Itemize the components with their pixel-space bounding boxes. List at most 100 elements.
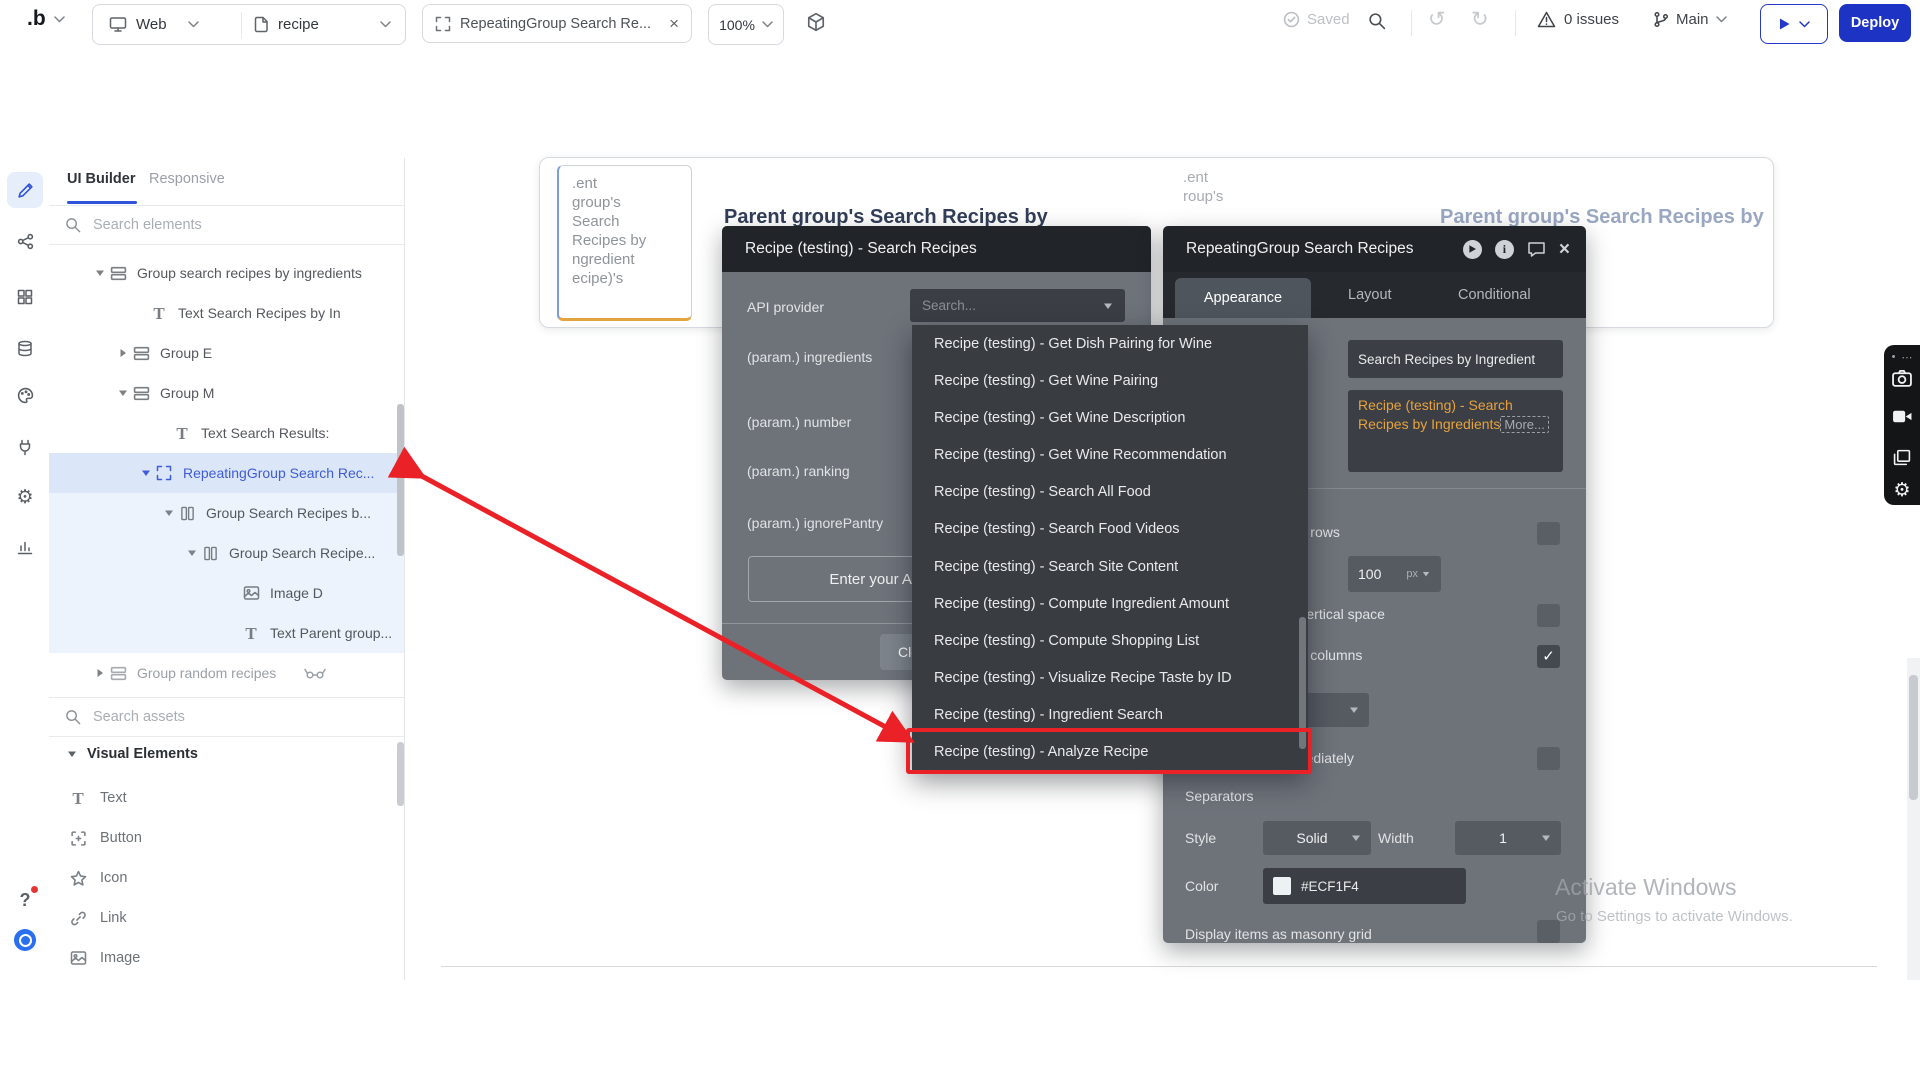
tab-responsive[interactable]: Responsive xyxy=(149,171,225,187)
deploy-button[interactable]: Deploy xyxy=(1839,4,1911,42)
page-icon xyxy=(254,16,269,33)
dropdown-option[interactable]: Recipe (testing) - Search Food Videos xyxy=(912,511,1308,548)
intercom-icon[interactable] xyxy=(7,922,43,958)
app-logo-menu[interactable]: .b xyxy=(27,7,65,31)
cell-dynamic-text: .ent group's Search Recipes by ngredient… xyxy=(572,174,646,288)
close-icon[interactable]: × xyxy=(669,15,679,32)
element-tab[interactable]: RepeatingGroup Search Re... × xyxy=(422,4,692,43)
caret-down-icon xyxy=(1349,705,1359,715)
run-icon[interactable] xyxy=(1463,240,1482,259)
tree-row[interactable]: T Text Search Results: xyxy=(49,413,404,453)
grid-tab-icon[interactable] xyxy=(7,279,43,315)
check-icon: ✓ xyxy=(1542,649,1555,664)
device-dropdown[interactable]: Web xyxy=(93,16,241,33)
expand-caret-icon[interactable] xyxy=(161,508,177,518)
plugins-tab-icon[interactable] xyxy=(7,429,43,465)
type-of-content-input[interactable]: Search Recipes by Ingredient xyxy=(1348,340,1563,378)
tree-row-label: Group Search Recipes b... xyxy=(206,505,371,521)
expand-caret-icon[interactable] xyxy=(138,468,154,478)
page-dropdown[interactable]: recipe xyxy=(242,16,405,33)
dropdown-option[interactable]: Recipe (testing) - Visualize Recipe Tast… xyxy=(912,660,1308,697)
undo-icon[interactable]: ↺ xyxy=(1428,9,1446,30)
workflow-tab-icon[interactable] xyxy=(7,223,43,259)
data-tab-icon[interactable] xyxy=(7,330,43,366)
asset-item[interactable]: Button xyxy=(49,818,404,858)
branch-dropdown[interactable]: Main xyxy=(1653,11,1727,28)
asset-item[interactable]: Icon xyxy=(49,858,404,898)
expand-caret-icon[interactable] xyxy=(115,388,131,398)
fixed-columns-checkbox[interactable]: ✓ xyxy=(1537,645,1560,668)
zoom-dropdown[interactable]: 100% xyxy=(708,4,784,45)
tree-row[interactable]: Group search recipes by ingredients xyxy=(49,253,404,293)
dropdown-option[interactable]: Recipe (testing) - Search Site Content xyxy=(912,548,1308,585)
issues-indicator[interactable]: 0 issues xyxy=(1537,11,1619,28)
info-icon[interactable]: i xyxy=(1495,240,1514,259)
capture-menu[interactable]: •⋯ xyxy=(1884,351,1920,364)
asset-item[interactable]: Image xyxy=(49,938,404,978)
component-library-icon[interactable] xyxy=(806,12,826,32)
styles-tab-icon[interactable] xyxy=(7,377,43,413)
tree-row[interactable]: Group M xyxy=(49,373,404,413)
color-swatch[interactable] xyxy=(1273,877,1291,895)
redo-icon[interactable]: ↻ xyxy=(1471,9,1489,30)
tree-row[interactable]: T Text Parent group... xyxy=(49,613,404,653)
tree-row[interactable]: Image D xyxy=(49,573,404,613)
tree-row-label: Image D xyxy=(270,585,323,601)
logs-tab-icon[interactable] xyxy=(7,529,43,565)
close-icon[interactable]: × xyxy=(1559,240,1570,259)
sidebar-scrollbar-thumb-2[interactable] xyxy=(397,742,404,806)
api-provider-select[interactable]: Search... xyxy=(910,289,1125,322)
search-assets-input[interactable] xyxy=(91,708,335,726)
separator-width-select[interactable]: 1 xyxy=(1455,821,1561,855)
sidebar-scrollbar-thumb[interactable] xyxy=(397,404,404,556)
preview-button[interactable] xyxy=(1760,4,1828,44)
expand-caret-icon[interactable] xyxy=(184,548,200,558)
row-height-input[interactable]: 100 px xyxy=(1348,556,1441,592)
video-camera-icon[interactable] xyxy=(1884,409,1920,424)
settings-tab-icon[interactable]: ⚙ xyxy=(7,479,43,515)
dropdown-option[interactable]: Recipe (testing) - Compute Ingredient Am… xyxy=(912,585,1308,622)
tab-appearance[interactable]: Appearance xyxy=(1175,278,1311,318)
dropdown-option[interactable]: Recipe (testing) - Compute Shopping List xyxy=(912,622,1308,659)
search-elements-input[interactable] xyxy=(91,216,335,234)
canvas-scrollbar-thumb[interactable] xyxy=(1909,675,1918,800)
tree-row[interactable]: Group E xyxy=(49,333,404,373)
dropdown-option[interactable]: Recipe (testing) - Get Wine Recommendati… xyxy=(912,437,1308,474)
search-elements-box[interactable] xyxy=(49,205,404,245)
asset-item[interactable]: T Text xyxy=(49,778,404,818)
asset-label: Image xyxy=(100,950,140,966)
search-assets-box[interactable] xyxy=(49,697,404,737)
expand-caret-icon[interactable] xyxy=(92,668,108,678)
tab-conditional[interactable]: Conditional xyxy=(1458,272,1531,318)
show-all-items-checkbox[interactable] xyxy=(1537,747,1560,770)
fixed-rows-checkbox[interactable] xyxy=(1537,522,1560,545)
camera-icon[interactable] xyxy=(1884,369,1920,387)
comment-icon[interactable] xyxy=(1527,241,1546,258)
data-source-box[interactable]: Recipe (testing) - Search Recipes by Ing… xyxy=(1348,390,1563,472)
expand-caret-icon[interactable] xyxy=(92,268,108,278)
tree-row[interactable]: Group Search Recipe... xyxy=(49,533,404,573)
design-tab-icon[interactable] xyxy=(7,172,43,208)
dropdown-option[interactable]: Recipe (testing) - Get Wine Description xyxy=(912,399,1308,436)
visual-elements-header[interactable]: Visual Elements xyxy=(67,746,198,762)
stretch-rows-checkbox[interactable] xyxy=(1537,604,1560,627)
dropdown-option[interactable]: Recipe (testing) - Get Wine Pairing xyxy=(912,362,1308,399)
gear-icon[interactable]: ⚙ xyxy=(1884,479,1920,502)
separator-style-select[interactable]: Solid xyxy=(1263,821,1371,855)
dropdown-option[interactable]: Recipe (testing) - Get Dish Pairing for … xyxy=(912,325,1308,362)
expand-caret-icon[interactable] xyxy=(115,348,131,358)
asset-item[interactable]: Link xyxy=(49,898,404,938)
pages-icon[interactable] xyxy=(1884,449,1920,466)
more-button[interactable]: More... xyxy=(1500,416,1548,433)
dropdown-option[interactable]: Recipe (testing) - Search All Food xyxy=(912,474,1308,511)
separator-color-input[interactable]: #ECF1F4 xyxy=(1263,868,1466,904)
search-icon[interactable] xyxy=(1368,12,1386,30)
help-icon[interactable]: ? xyxy=(7,882,43,918)
tab-layout[interactable]: Layout xyxy=(1348,272,1392,318)
panel-header[interactable]: Recipe (testing) - Search Recipes xyxy=(722,226,1151,272)
tree-row[interactable]: Group random recipes xyxy=(49,653,404,693)
tab-ui-builder[interactable]: UI Builder xyxy=(67,171,135,187)
tree-row[interactable]: Group Search Recipes b... xyxy=(49,493,404,533)
tree-row[interactable]: RepeatingGroup Search Rec... xyxy=(49,453,404,493)
tree-row[interactable]: T Text Search Recipes by In xyxy=(49,293,404,333)
